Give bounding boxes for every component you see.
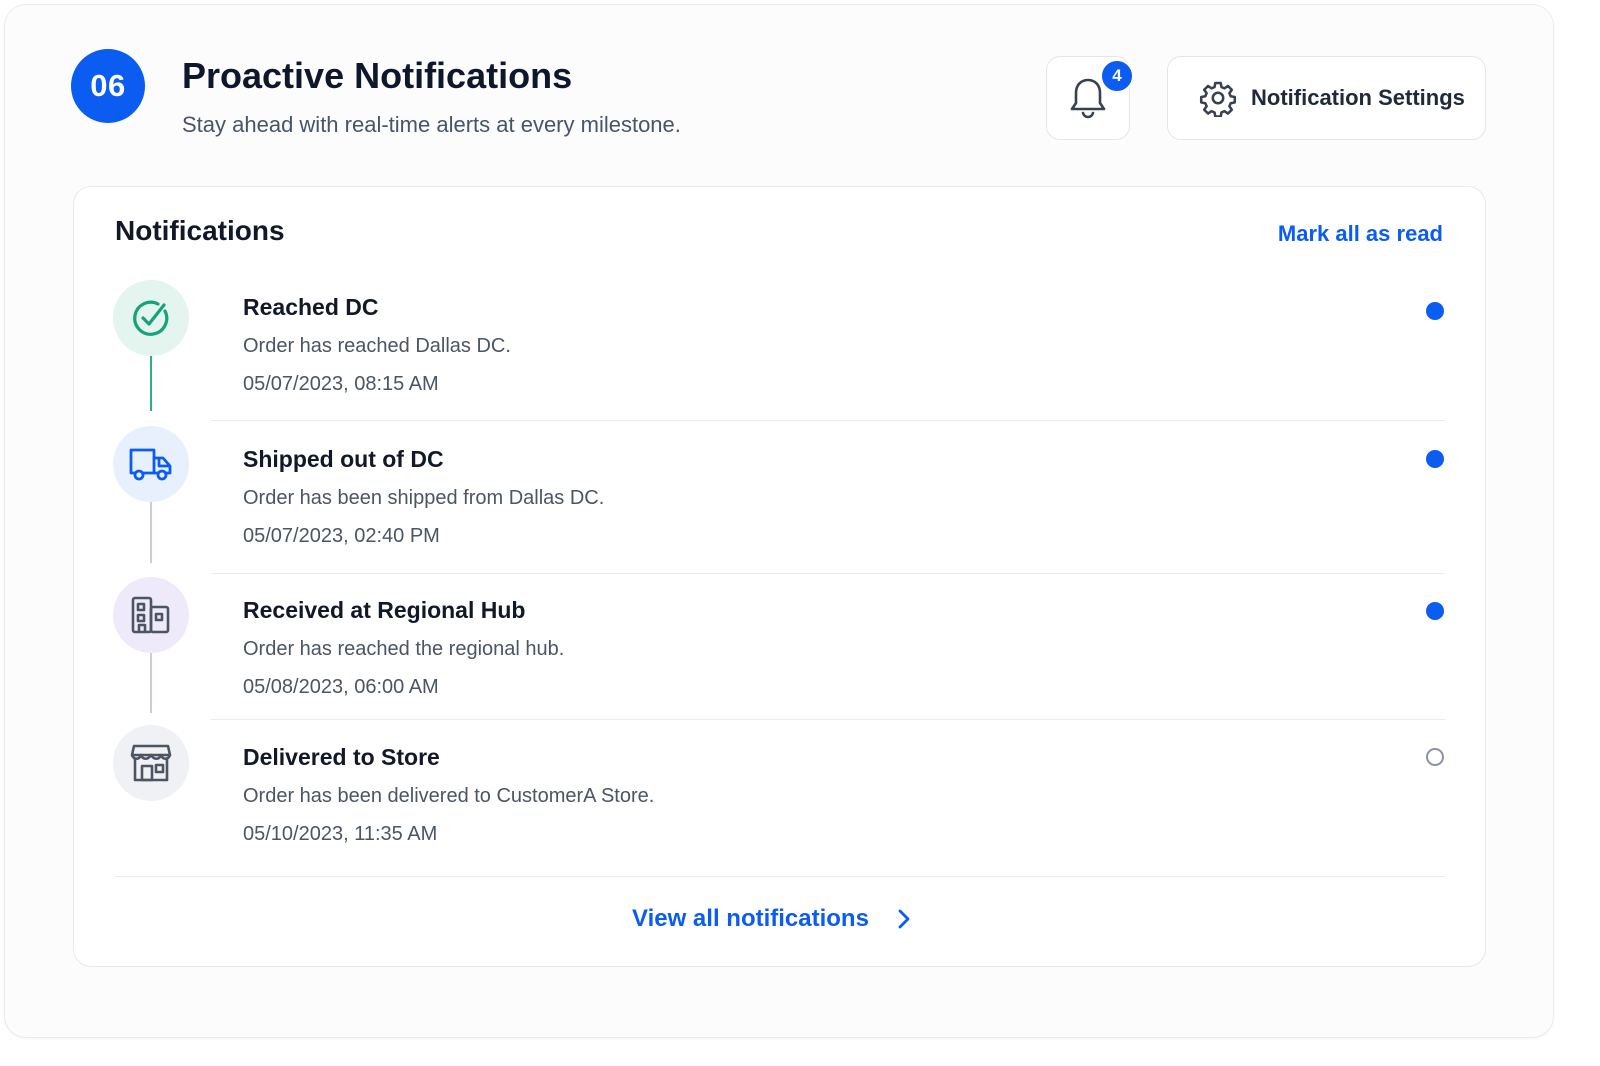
divider [211,719,1445,720]
mark-all-read-link[interactable]: Mark all as read [1278,221,1443,247]
gear-icon [1199,81,1237,117]
status-icon-container [113,577,189,653]
store-icon [130,744,172,782]
notification-description: Order has reached the regional hub. [243,638,565,660]
unread-count-badge: 4 [1100,59,1134,93]
notification-description: Order has been delivered to CustomerA St… [243,785,655,807]
status-icon-container [113,725,189,801]
page-title: Proactive Notifications [182,55,573,96]
view-all-label: View all notifications [632,905,869,932]
chevron-right-icon [898,909,910,929]
notification-description: Order has been shipped from Dallas DC. [243,487,605,509]
status-icon-container [113,280,189,356]
unread-indicator[interactable] [1426,602,1444,620]
step-number-badge: 06 [71,49,145,123]
panel-title: Notifications [115,215,285,246]
building-icon [131,596,170,634]
divider [211,420,1445,421]
read-indicator[interactable] [1426,748,1444,766]
timeline-connector [150,501,152,563]
section-card: 06 Proactive Notifications Stay ahead wi… [4,4,1554,1038]
truck-icon [129,448,172,481]
notification-settings-button[interactable]: Notification Settings [1167,56,1486,140]
timeline-connector [150,353,152,411]
divider [211,573,1445,574]
unread-indicator[interactable] [1426,302,1444,320]
view-all-notifications-link[interactable]: View all notifications [632,905,911,933]
divider [115,876,1445,877]
notifications-panel: Notifications Mark all as read Reached D… [73,186,1486,967]
page-subtitle: Stay ahead with real-time alerts at ever… [182,112,681,137]
notification-title: Received at Regional Hub [243,597,526,623]
notifications-bell-button[interactable]: 4 [1046,56,1134,140]
notification-title: Delivered to Store [243,744,440,770]
timeline-connector [150,653,152,713]
status-icon-container [113,426,189,502]
check-circle-icon [133,300,169,336]
notification-description: Order has reached Dallas DC. [243,335,511,357]
notification-title: Reached DC [243,294,379,320]
notification-title: Shipped out of DC [243,446,444,472]
notification-timestamp: 05/10/2023, 11:35 AM [243,823,438,845]
settings-label: Notification Settings [1251,85,1465,110]
notification-timestamp: 05/07/2023, 02:40 PM [243,525,440,547]
notification-timestamp: 05/08/2023, 06:00 AM [243,676,439,698]
notification-timestamp: 05/07/2023, 08:15 AM [243,373,439,395]
unread-indicator[interactable] [1426,450,1444,468]
